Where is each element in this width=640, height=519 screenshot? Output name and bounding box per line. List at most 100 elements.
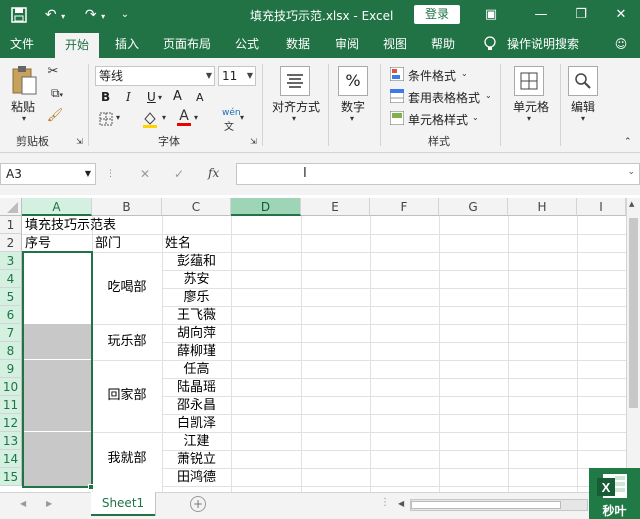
cell-name[interactable]: 邵永昌 [162,397,231,415]
row-header-1[interactable]: 1 [0,216,22,234]
column-header-g[interactable]: G [439,198,508,216]
tab-page-layout[interactable]: 页面布局 [157,30,217,58]
chevron-down-icon[interactable]: ⌄ [461,69,468,78]
editing-button[interactable]: 编辑 [571,98,595,115]
cell-a1-title[interactable]: 填充技巧示范表 [25,217,116,235]
tab-home[interactable]: 开始 [55,33,99,58]
redo-icon[interactable]: ↷ ▾ [80,4,110,26]
cell-name[interactable]: 王飞薇 [162,307,231,325]
italic-button[interactable]: I [126,90,131,104]
fill-color-icon[interactable] [141,110,159,128]
cell-department[interactable]: 回家部 [92,387,162,405]
cell-department[interactable]: 吃喝部 [92,279,162,297]
insert-function-icon[interactable]: fx [208,166,219,180]
undo-icon[interactable]: ↶ ▾ [40,4,70,26]
cells-icon[interactable] [514,66,544,96]
conditional-format-button[interactable]: 条件格式 [408,67,456,84]
fill-handle[interactable] [88,484,94,490]
cell-name[interactable]: 白凯泽 [162,415,231,433]
copy-icon[interactable]: ⧉▾ [44,86,70,102]
increase-font-button[interactable]: A [173,89,182,104]
scroll-thumb[interactable] [629,218,638,408]
column-header-a[interactable]: A [22,198,92,216]
tab-formulas[interactable]: 公式 [227,30,267,58]
percent-icon[interactable]: % [338,66,368,96]
name-box[interactable]: A3 ▼ [0,163,96,185]
column-header-e[interactable]: E [301,198,370,216]
font-name-combo[interactable]: 等线 ▼ [95,66,215,86]
number-format-button[interactable]: 数字 [341,98,365,115]
cell-a2-header[interactable]: 序号 [25,235,51,253]
editing-dropdown-icon[interactable]: ▾ [581,114,585,123]
row-header-14[interactable]: 14 [0,450,22,468]
cell-b2-header[interactable]: 部门 [95,235,121,253]
alignment-dropdown-icon[interactable]: ▾ [292,114,296,123]
font-color-dropdown-icon[interactable]: ▾ [194,113,198,122]
row-header-10[interactable]: 10 [0,378,22,396]
borders-icon[interactable] [97,112,115,126]
borders-dropdown-icon[interactable]: ▾ [116,113,120,122]
formula-input[interactable]: Ⅰ ⌄ [236,163,640,185]
login-button[interactable]: 登录 [414,5,460,24]
row-header-3[interactable]: 3 [0,252,22,270]
customize-quick-access-icon[interactable]: ⌄ [118,4,132,26]
chevron-down-icon[interactable]: ⌄ [472,113,479,122]
cell-name[interactable]: 苏安 [162,271,231,289]
save-icon[interactable] [8,4,30,26]
tab-file[interactable]: 文件 [2,30,42,58]
cell-style-button[interactable]: 单元格样式 [408,111,468,128]
phonetic-guide-button[interactable]: wén [222,108,241,118]
close-icon[interactable]: ✕ [610,4,632,26]
paste-dropdown-icon[interactable]: ▾ [22,114,26,123]
chevron-down-icon[interactable]: ⌄ [485,91,492,100]
scroll-left-icon[interactable]: ◀ [398,499,404,508]
select-all-corner[interactable] [0,198,22,216]
font-color-icon[interactable]: A [176,109,192,127]
minimize-icon[interactable]: — [530,4,552,26]
tab-help[interactable]: 帮助 [423,30,463,58]
cut-icon[interactable]: ✂ [44,64,62,80]
scroll-thumb[interactable] [411,501,561,509]
column-header-c[interactable]: C [162,198,231,216]
number-dropdown-icon[interactable]: ▾ [350,114,354,123]
column-header-i[interactable]: I [577,198,626,216]
cell-c2-header[interactable]: 姓名 [165,235,191,253]
underline-dropdown-icon[interactable]: ▾ [158,93,162,102]
tab-data[interactable]: 数据 [278,30,318,58]
row-header-7[interactable]: 7 [0,324,22,342]
collapse-ribbon-icon[interactable]: ⌃ [624,137,632,147]
horizontal-scrollbar[interactable] [410,499,588,511]
tab-insert[interactable]: 插入 [107,30,147,58]
underline-button[interactable]: U [147,90,156,104]
vertical-scrollbar[interactable]: ▲ [626,198,640,492]
fill-color-dropdown-icon[interactable]: ▾ [162,113,166,122]
row-header-11[interactable]: 11 [0,396,22,414]
cell-department[interactable]: 我就部 [92,450,162,468]
align-icon[interactable] [280,66,310,96]
tell-me-search[interactable]: 操作说明搜索 [503,30,583,58]
paste-button[interactable]: 粘贴 [11,98,35,115]
cell-name[interactable]: 江建 [162,433,231,451]
cancel-icon[interactable]: ✕ [140,167,150,181]
cell-name[interactable]: 薛柳瑾 [162,343,231,361]
add-sheet-icon[interactable]: + [190,496,206,512]
cell-department[interactable]: 玩乐部 [92,333,162,351]
row-header-2[interactable]: 2 [0,234,22,252]
cell-name[interactable]: 陆晶瑶 [162,379,231,397]
confirm-icon[interactable]: ✓ [174,167,184,181]
cell-name[interactable]: 胡向萍 [162,325,231,343]
table-format-button[interactable]: 套用表格格式 [408,89,480,106]
prev-sheet-icon[interactable]: ◀ [20,499,26,508]
row-header-8[interactable]: 8 [0,342,22,360]
cells-button[interactable]: 单元格 [513,98,549,115]
cell-name[interactable]: 田鸿德 [162,469,231,487]
paste-icon[interactable] [10,64,38,96]
smiley-icon[interactable]: ☺ [608,30,634,58]
cell-name[interactable]: 任高 [162,361,231,379]
scroll-up-icon[interactable]: ▲ [629,200,634,208]
alignment-button[interactable]: 对齐方式 [272,98,320,115]
next-sheet-icon[interactable]: ▶ [46,499,52,508]
bold-button[interactable]: B [101,90,110,104]
column-header-h[interactable]: H [508,198,577,216]
decrease-font-button[interactable]: A [196,91,204,104]
